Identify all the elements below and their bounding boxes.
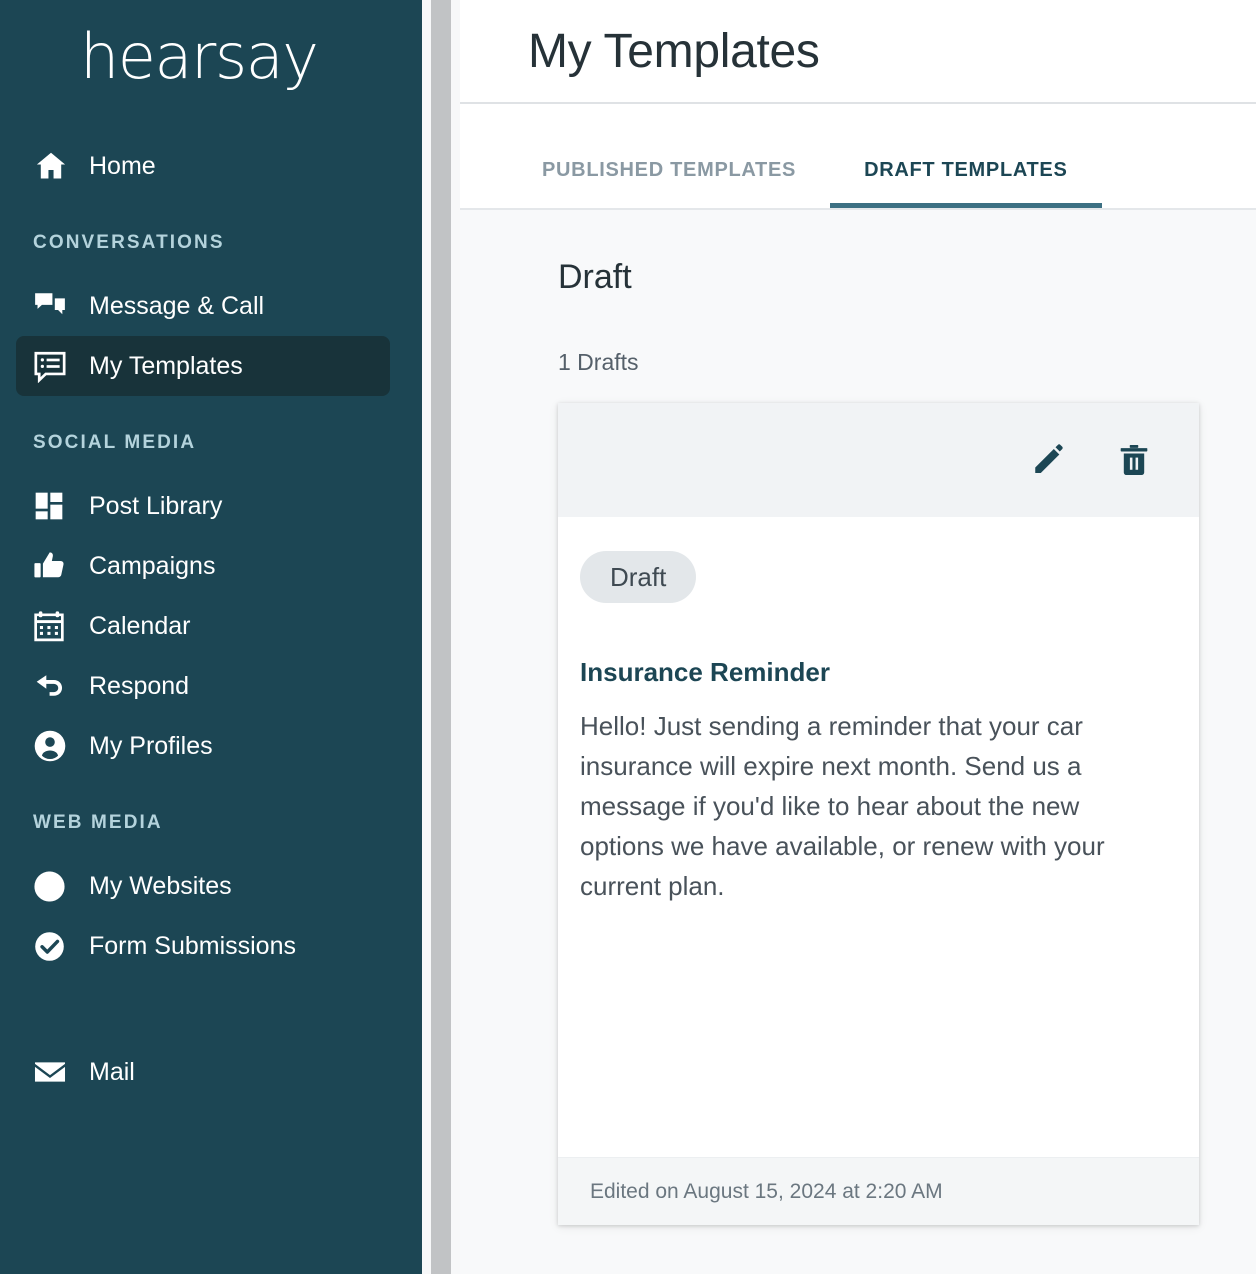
app-root: hearsay Home CONVERSATIONS Message & Cal… <box>0 0 1256 1274</box>
sidebar-item-home-label: Home <box>89 151 156 180</box>
template-card[interactable]: Draft Insurance Reminder Hello! Just sen… <box>558 403 1199 1225</box>
sidebar-item-campaigns-label: Campaigns <box>89 551 216 580</box>
sidebar: hearsay Home CONVERSATIONS Message & Cal… <box>0 0 422 1274</box>
page-header: My Templates <box>460 0 1256 104</box>
sidebar-item-form-submissions-label: Form Submissions <box>89 931 296 960</box>
sidebar-section-web-media: WEB MEDIA <box>33 812 163 833</box>
globe-icon <box>33 870 73 903</box>
template-body-text: Hello! Just sending a reminder that your… <box>580 711 1105 901</box>
grid-blocks-icon <box>33 490 73 522</box>
main-content: My Templates PUBLISHED TEMPLATES DRAFT T… <box>460 0 1256 1274</box>
sidebar-item-calendar[interactable]: Calendar <box>16 596 390 656</box>
tab-bar: PUBLISHED TEMPLATES DRAFT TEMPLATES <box>460 104 1256 210</box>
drafts-count: 1 Drafts <box>558 349 639 375</box>
sidebar-section-social-media: SOCIAL MEDIA <box>33 432 197 453</box>
tab-published-templates[interactable]: PUBLISHED TEMPLATES <box>508 159 830 208</box>
sidebar-item-my-templates-label: My Templates <box>89 351 243 380</box>
sidebar-item-mail[interactable]: Mail <box>16 1042 390 1102</box>
sidebar-section-conversations: CONVERSATIONS <box>33 232 225 253</box>
template-title: Insurance Reminder <box>580 657 830 687</box>
sidebar-item-my-profiles[interactable]: My Profiles <box>16 716 390 776</box>
template-message-icon <box>33 349 73 383</box>
reply-arrow-icon <box>33 669 73 703</box>
section-title: Draft <box>558 258 632 296</box>
card-body: Draft Insurance Reminder Hello! Just sen… <box>558 517 1199 1157</box>
sidebar-scrollbar-thumb[interactable] <box>431 0 451 1274</box>
sidebar-item-calendar-label: Calendar <box>89 611 191 640</box>
thumbs-up-icon <box>33 549 73 583</box>
sidebar-item-campaigns[interactable]: Campaigns <box>16 536 390 596</box>
sidebar-item-mail-label: Mail <box>89 1057 135 1086</box>
home-icon <box>33 148 73 184</box>
sidebar-item-respond[interactable]: Respond <box>16 656 390 716</box>
calendar-icon <box>33 610 73 642</box>
status-badge: Draft <box>580 551 697 603</box>
edited-timestamp: Edited on August 15, 2024 at 2:20 AM <box>590 1179 943 1203</box>
hearsay-logo: hearsay <box>80 20 319 93</box>
delete-template-button[interactable] <box>1113 439 1155 481</box>
sidebar-item-form-submissions[interactable]: Form Submissions <box>16 916 390 976</box>
sidebar-item-message-call-label: Message & Call <box>89 291 265 320</box>
brand-logo-container[interactable]: hearsay <box>0 0 422 136</box>
user-circle-icon <box>33 729 73 763</box>
sidebar-scrollbar-track[interactable] <box>422 0 460 1274</box>
sidebar-item-my-websites[interactable]: My Websites <box>16 856 390 916</box>
chat-bubbles-icon <box>33 289 73 323</box>
trash-icon <box>1117 443 1151 477</box>
sidebar-item-post-library-label: Post Library <box>89 491 223 520</box>
sidebar-item-post-library[interactable]: Post Library <box>16 476 390 536</box>
sidebar-item-respond-label: Respond <box>89 671 190 700</box>
check-circle-icon <box>33 930 73 963</box>
sidebar-item-message-call[interactable]: Message & Call <box>16 276 390 336</box>
page-title: My Templates <box>528 24 820 78</box>
sidebar-item-home[interactable]: Home <box>16 136 390 196</box>
card-footer: Edited on August 15, 2024 at 2:20 AM <box>558 1157 1199 1225</box>
tab-draft-templates[interactable]: DRAFT TEMPLATES <box>830 159 1102 208</box>
sidebar-item-my-profiles-label: My Profiles <box>89 731 213 760</box>
card-toolbar <box>558 403 1199 517</box>
edit-template-button[interactable] <box>1027 439 1069 481</box>
sidebar-item-my-templates[interactable]: My Templates <box>16 336 390 396</box>
sidebar-item-my-websites-label: My Websites <box>89 871 232 900</box>
envelope-icon <box>33 1055 73 1089</box>
content-area: Draft 1 Drafts Draft Insurance Reminder … <box>460 210 1256 1274</box>
pencil-icon <box>1031 443 1065 477</box>
